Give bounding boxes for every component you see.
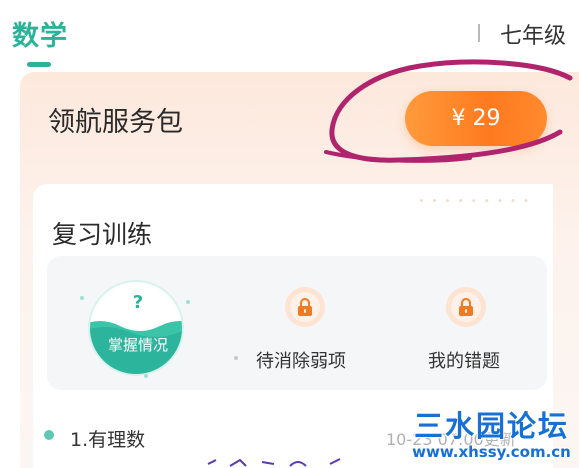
mastery-button[interactable]: ? 掌握情况 (88, 280, 184, 376)
mastery-label: 掌握情况 (107, 336, 168, 354)
handwriting-scribble (207, 458, 341, 467)
lock-icon (298, 298, 312, 316)
mistakes-lock-button[interactable] (446, 287, 486, 327)
grade-selector[interactable]: 七年级 (500, 18, 566, 50)
weakness-lock-button[interactable] (285, 287, 325, 327)
chapter-bullet (44, 430, 54, 440)
question-mark-icon: ? (132, 292, 144, 313)
lock-icon (459, 298, 473, 316)
top-bar: 数学 七年级 (0, 0, 579, 70)
price-button[interactable]: ¥ 29 (405, 91, 547, 146)
mistakes-label[interactable]: 我的错题 (428, 347, 500, 373)
sparkle-dot (144, 374, 148, 378)
active-tab-indicator (27, 62, 51, 67)
decoration-dots: • • • • • • • • • (418, 196, 531, 207)
review-title: 复习训练 (52, 220, 153, 249)
sparkle-dot (80, 296, 84, 300)
sparkle-dot (234, 356, 238, 360)
watermark-title: 三水园论坛 (413, 409, 569, 443)
divider (478, 24, 480, 42)
watermark: 三水园论坛 www.xhssy.com.cn (404, 403, 579, 468)
weakness-label[interactable]: 待消除弱项 (256, 347, 346, 373)
watermark-url: www.xhssy.com.cn (412, 443, 571, 461)
sparkle-dot (186, 300, 190, 304)
chapter-title[interactable]: 1.有理数 (70, 425, 145, 452)
package-title: 领航服务包 (48, 107, 183, 138)
subject-tab[interactable]: 数学 (12, 14, 68, 53)
